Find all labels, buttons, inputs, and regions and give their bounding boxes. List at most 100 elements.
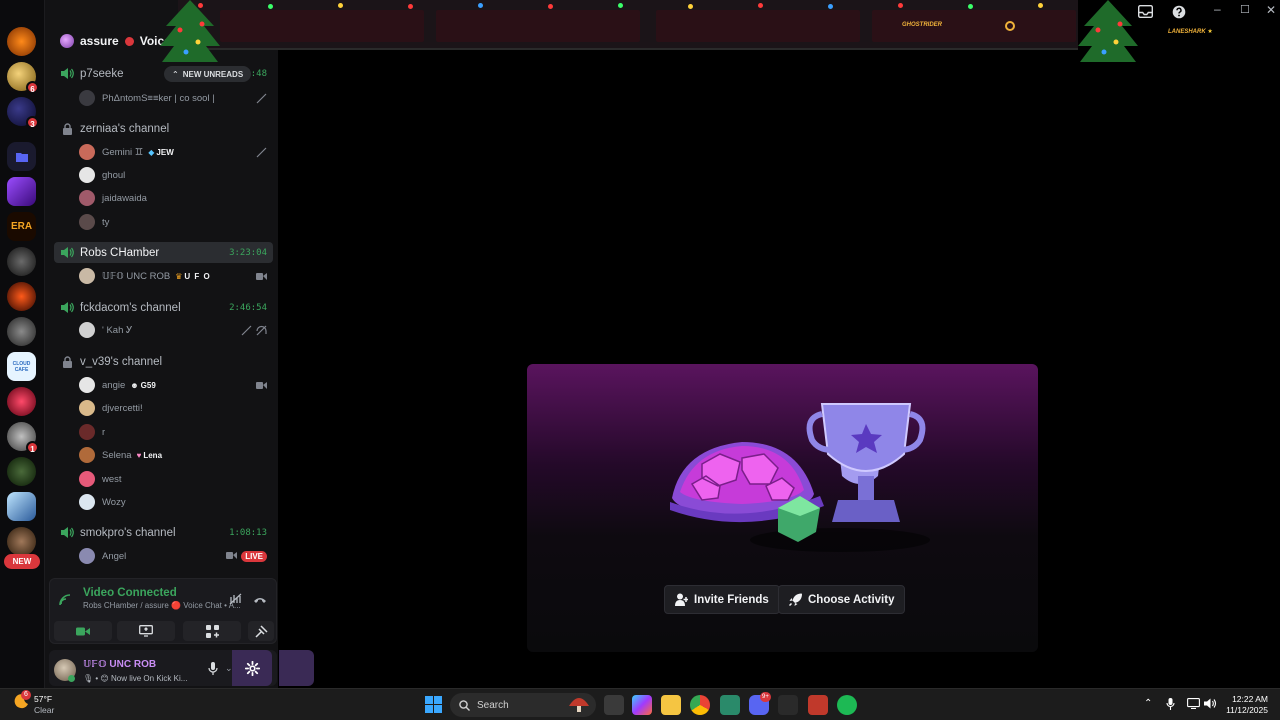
copilot-icon[interactable] — [632, 695, 652, 715]
lock-icon — [60, 355, 74, 368]
muted-icon — [241, 325, 252, 335]
voice-user[interactable]: djvercetti! — [79, 399, 273, 417]
banner-slot — [436, 10, 640, 42]
server-castle[interactable] — [7, 247, 36, 276]
voice-user[interactable]: PhΔntomS≡≡ker | co sool | — [79, 89, 273, 107]
chevron-up-icon[interactable]: ⌃ — [1144, 698, 1152, 709]
user-name: Selena — [102, 449, 132, 461]
new-servers-pill[interactable]: NEW — [4, 554, 40, 569]
new-unreads-pill[interactable]: ⌃ NEW UNREADS — [164, 66, 252, 82]
voice-user[interactable]: jaidawaida — [79, 189, 273, 207]
microphone-icon[interactable] — [208, 662, 218, 680]
server-name: assure — [80, 34, 119, 48]
minimize-icon[interactable]: – — [1214, 2, 1221, 16]
volume-icon[interactable] — [1204, 698, 1217, 712]
trophy-turtle-illustration — [670, 403, 930, 552]
voice-user[interactable]: Wozy — [79, 493, 273, 511]
folder-icon — [15, 152, 28, 162]
weather-temp: 57°F — [34, 694, 53, 704]
inbox-icon[interactable] — [1137, 4, 1154, 21]
avatar — [79, 424, 95, 440]
settings-button[interactable] — [279, 650, 314, 686]
soundboard-button[interactable] — [248, 621, 274, 641]
search-placeholder: Search — [477, 699, 509, 711]
windows-start-icon[interactable] — [425, 696, 445, 716]
screen-share-button[interactable] — [117, 621, 175, 641]
red-dot-icon — [124, 36, 134, 46]
rocket-icon — [789, 593, 802, 606]
microphone-tray-icon[interactable] — [1166, 698, 1175, 713]
invite-friends-label: Invite Friends — [694, 593, 769, 606]
audio-app-icon[interactable] — [778, 695, 798, 715]
server-fire[interactable] — [7, 282, 36, 311]
voice-user[interactable]: ty — [79, 213, 273, 231]
network-icon[interactable] — [1187, 698, 1200, 712]
server-red[interactable] — [7, 387, 36, 416]
unread-badge: 3 — [26, 116, 39, 129]
voice-user[interactable]: r — [79, 423, 273, 441]
task-view-icon[interactable] — [604, 695, 624, 715]
file-explorer-icon[interactable] — [661, 695, 681, 715]
voice-user[interactable]: ' Kah Ꭹ — [79, 321, 273, 339]
camera-button[interactable] — [54, 621, 112, 641]
lock-icon — [60, 122, 74, 135]
user-tag: ◆ JEW — [148, 147, 174, 157]
signal-icon — [59, 593, 73, 611]
server-yellow[interactable]: 6 — [7, 62, 39, 94]
server-blue[interactable] — [7, 492, 36, 521]
server-era[interactable]: ERA — [7, 212, 36, 241]
voice-user[interactable]: Gemini ♊ ◆ JEW — [79, 143, 273, 161]
search-icon — [459, 699, 470, 711]
voice-user[interactable]: 𝕌𝔽𝕆 UNC ROB ♛ U F O — [79, 267, 273, 285]
voice-user[interactable]: Selena ♥ Lena — [79, 446, 273, 464]
voice-user[interactable]: angie ☻ G59 — [79, 376, 273, 394]
taskbar-search[interactable]: Search — [450, 693, 596, 717]
server-purple[interactable] — [7, 177, 36, 206]
speaker-icon — [60, 302, 74, 313]
voice-user[interactable]: west — [79, 470, 273, 488]
channel-name: p7seeke — [80, 67, 124, 80]
server-forest[interactable] — [7, 457, 36, 486]
activities-button[interactable] — [183, 621, 241, 641]
server-cloud-cafe[interactable]: CLOUD CAFE — [7, 352, 36, 381]
channel-timer: 3:23:04 — [229, 247, 267, 258]
voice-status: Video Connected — [83, 587, 177, 599]
maximize-icon[interactable]: ☐ — [1240, 3, 1250, 16]
spotify-icon[interactable] — [837, 695, 857, 715]
activity-card: Invite Friends Choose Activity — [527, 364, 1038, 652]
windows-taskbar: 6 57°F Clear Search 9+ ⌃ 12:22 AM 11/12/… — [0, 688, 1280, 720]
game-app-icon[interactable] — [808, 695, 828, 715]
choose-activity-button[interactable]: Choose Activity — [778, 585, 906, 614]
help-icon[interactable] — [1172, 5, 1186, 22]
noise-suppression-icon[interactable] — [229, 592, 242, 610]
settings-button[interactable] — [232, 650, 272, 686]
voice-detail[interactable]: Robs CHamber / assure 🔴 Voice Chat • A..… — [83, 601, 241, 610]
server-grey[interactable] — [7, 317, 36, 346]
user-name: PhΔntomS≡≡ker | co sool | — [102, 92, 215, 104]
clock[interactable]: 12:22 AM 11/12/2025 — [1226, 694, 1268, 716]
server-photo[interactable]: 1 — [7, 422, 39, 454]
voice-channel[interactable]: smokpro's channel 1:08:13 — [54, 522, 273, 543]
voice-channel[interactable]: zerniaa's channel — [54, 118, 273, 139]
server-brown[interactable] — [7, 527, 36, 556]
chrome-icon[interactable] — [690, 695, 710, 715]
voice-channel[interactable]: fckdacom's channel 2:46:54 — [54, 297, 273, 318]
server-folder[interactable] — [7, 142, 36, 171]
voice-user[interactable]: Angel LIVE — [79, 547, 273, 565]
disconnect-icon[interactable] — [253, 592, 267, 610]
user-name: west — [102, 473, 122, 485]
soundboard-icon — [254, 624, 268, 638]
voice-user[interactable]: ghoul — [79, 166, 273, 184]
invite-friends-button[interactable]: Invite Friends — [664, 585, 780, 614]
user-name: 𝕌𝔽𝕆 UNC ROB — [102, 270, 171, 282]
server-dark[interactable]: 3 — [7, 97, 39, 129]
avatar — [79, 471, 95, 487]
app-icon[interactable] — [720, 695, 740, 715]
unread-badge: 1 — [26, 441, 39, 454]
channel-name: v_v39's channel — [80, 355, 163, 368]
close-icon[interactable]: ✕ — [1266, 3, 1276, 17]
server-pumpkin[interactable] — [7, 27, 36, 56]
voice-channel[interactable]: v_v39's channel — [54, 351, 273, 372]
voice-channel-active[interactable]: Robs CHamber 3:23:04 — [54, 242, 273, 263]
avatar — [79, 268, 95, 284]
